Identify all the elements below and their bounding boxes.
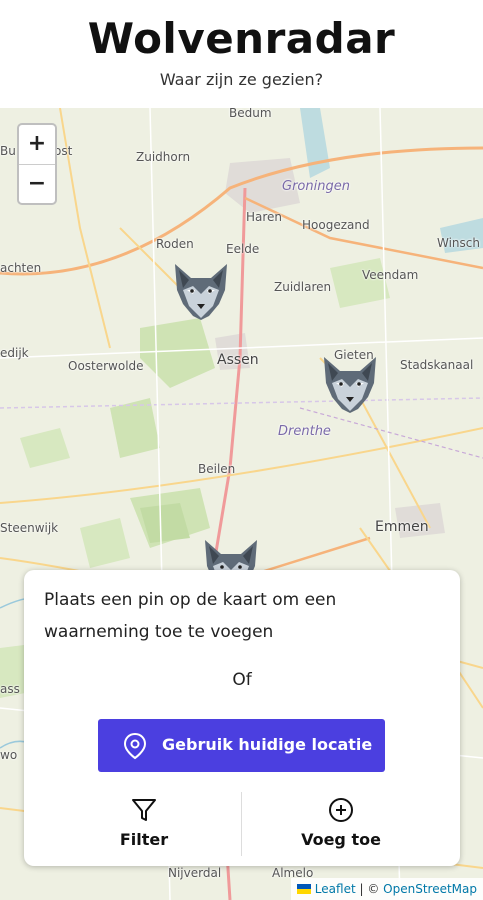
place-label: Eelde: [226, 242, 260, 256]
place-label: ass: [0, 682, 20, 696]
place-label: wo: [0, 748, 18, 762]
add-sighting-button[interactable]: Voeg toe: [271, 796, 411, 856]
wolf-marker[interactable]: [169, 260, 233, 322]
plus-circle-icon: [329, 798, 353, 822]
place-label: Bu: [0, 144, 16, 158]
attribution-separator: | ©: [355, 882, 384, 896]
place-label: Drenthe: [278, 424, 331, 439]
add-sighting-label: Voeg toe: [301, 830, 381, 849]
map-attribution: Leaflet | © OpenStreetMap: [290, 878, 483, 900]
use-current-location-label: Gebruik huidige locatie: [162, 735, 373, 754]
filter-button[interactable]: Filter: [74, 796, 214, 856]
filter-label: Filter: [119, 830, 169, 849]
wolf-marker[interactable]: [318, 353, 382, 415]
filter-icon: [132, 799, 156, 821]
app-subtitle: Waar zijn ze gezien?: [159, 70, 324, 89]
place-label: Stadskanaal: [400, 358, 474, 372]
add-sighting-panel: Plaats een pin op de kaart om een waarne…: [24, 570, 460, 866]
zoom-in-button[interactable]: +: [19, 125, 55, 165]
place-label: Oosterwolde: [68, 359, 144, 373]
place-label: Groningen: [282, 179, 350, 194]
place-label: achten: [0, 261, 42, 275]
zoom-out-button[interactable]: −: [19, 165, 55, 203]
place-label: Zuidhorn: [136, 150, 191, 164]
app-title: Wolvenradar: [87, 14, 396, 63]
place-label: Winsch: [437, 236, 480, 250]
place-label: Bedum: [229, 108, 272, 120]
or-text: Of: [232, 670, 252, 690]
ukraine-flag-icon: [296, 884, 311, 894]
zoom-control: + −: [17, 123, 57, 205]
place-label: edijk: [0, 346, 29, 360]
wolf-icon: [324, 357, 376, 413]
app-header: Wolvenradar Waar zijn ze gezien?: [0, 0, 483, 108]
place-label: Nijverdal: [168, 866, 222, 880]
place-label: Hoogezand: [302, 218, 370, 232]
place-label: Haren: [246, 210, 283, 224]
use-current-location-button[interactable]: Gebruik huidige locatie: [98, 719, 385, 772]
instruction-text: Plaats een pin op de kaart om een waarne…: [44, 590, 337, 642]
place-label: Steenwijk: [0, 521, 59, 535]
leaflet-link[interactable]: Leaflet: [315, 882, 356, 896]
divider: [241, 792, 242, 856]
place-label: Roden: [156, 237, 194, 251]
place-label: Beilen: [198, 462, 236, 476]
osm-link[interactable]: OpenStreetMap: [383, 882, 477, 896]
place-label: Zuidlaren: [274, 280, 332, 294]
place-label: Veendam: [362, 268, 419, 282]
zoom-in-icon: +: [27, 131, 47, 156]
map-pin-icon: [123, 732, 147, 760]
place-label: Emmen: [375, 519, 429, 535]
zoom-out-icon: −: [27, 171, 47, 196]
place-label: Assen: [217, 352, 259, 368]
wolf-icon: [175, 264, 227, 320]
